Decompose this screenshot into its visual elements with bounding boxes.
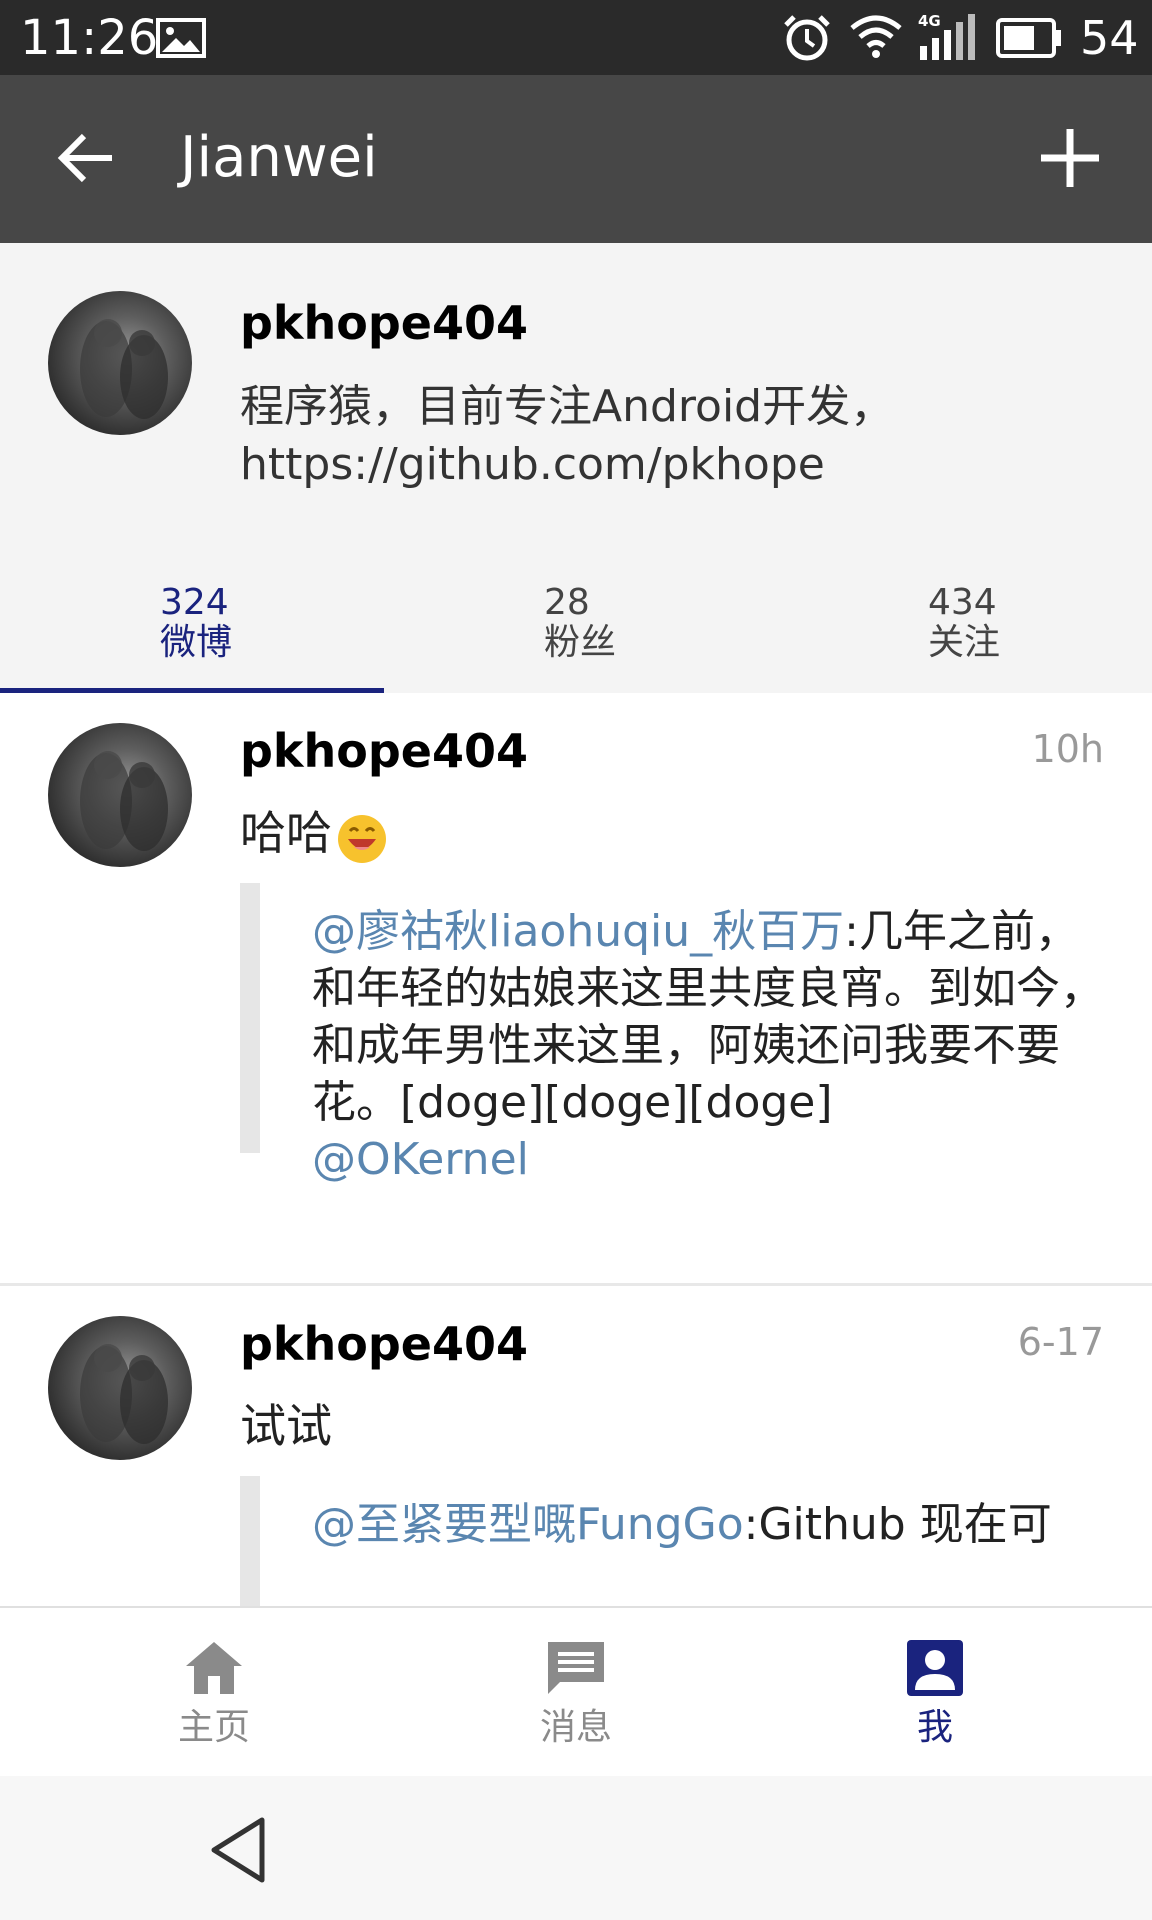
nav-home[interactable]: 主页 — [22, 1608, 406, 1776]
nav-me-label: 我 — [916, 1707, 953, 1748]
mention-link[interactable]: @至紧要型嘅FungGo — [312, 1499, 744, 1550]
avatar[interactable] — [48, 291, 192, 435]
post-time: 10h — [1031, 727, 1104, 771]
post-time: 6-17 — [1017, 1320, 1104, 1364]
alarm-icon — [784, 15, 830, 61]
repost-bar — [240, 883, 260, 1153]
post-author[interactable]: pkhope404 — [240, 1314, 528, 1374]
bottom-nav: 主页 消息 我 — [0, 1606, 1152, 1776]
nav-me[interactable]: 我 — [743, 1608, 1127, 1776]
repost-body: :Github 现在可 — [743, 1499, 1052, 1550]
post-item[interactable]: pkhope404 6-17 试试 @至紧要型嘅FungGo:Github 现在… — [0, 1286, 1152, 1606]
status-bar: 11:26 4G 54 — [0, 0, 1152, 75]
status-time: 11:26 — [20, 10, 159, 66]
stats-tabs: 324 微博 28 粉丝 434 关注 — [0, 555, 1152, 694]
tab-fans[interactable]: 28 粉丝 — [384, 555, 768, 693]
nav-home-label: 主页 — [177, 1707, 250, 1748]
battery-icon — [996, 18, 1061, 58]
nav-messages-label: 消息 — [539, 1707, 612, 1748]
person-icon — [907, 1640, 963, 1696]
page-title: Jianwei — [180, 125, 378, 190]
post-text: 试试 — [240, 1399, 332, 1453]
svg-text:4G: 4G — [918, 12, 941, 30]
repost-text: @廖祜秋liaohuqiu_秋百万:几年之前，和年轻的姑娘来这里共度良宵。到如今… — [312, 903, 1112, 1188]
repost-block[interactable]: @廖祜秋liaohuqiu_秋百万:几年之前，和年轻的姑娘来这里共度良宵。到如今… — [240, 883, 1110, 1185]
profile-name: pkhope404 — [240, 296, 529, 350]
mention-link[interactable]: @OKernel — [312, 1134, 529, 1185]
repost-block[interactable]: @至紧要型嘅FungGo:Github 现在可 — [240, 1476, 1110, 1606]
following-count: 434 — [928, 582, 997, 623]
mention-link[interactable]: @廖祜秋liaohuqiu_秋百万 — [312, 906, 844, 957]
tab-weibo[interactable]: 324 微博 — [0, 555, 384, 693]
post-feed[interactable]: pkhope404 10h 哈哈 @廖祜秋liaohuqiu_秋百万:几年之前，… — [0, 693, 1152, 1606]
plus-icon[interactable] — [1035, 123, 1105, 193]
avatar[interactable] — [48, 1316, 192, 1460]
post-text: 哈哈 — [240, 803, 390, 865]
post-text-content: 哈哈 — [240, 806, 332, 860]
app-bar: Jianwei — [0, 75, 1152, 243]
triangle-back-icon[interactable] — [200, 1810, 280, 1890]
arrow-left-icon[interactable] — [52, 123, 122, 193]
post-item[interactable]: pkhope404 10h 哈哈 @廖祜秋liaohuqiu_秋百万:几年之前，… — [0, 693, 1152, 1283]
post-author[interactable]: pkhope404 — [240, 721, 528, 781]
image-icon — [156, 18, 206, 58]
home-icon — [186, 1642, 242, 1694]
battery-level: 54 — [1080, 11, 1139, 65]
signal-icon: 4G — [918, 12, 975, 60]
system-nav-bar — [0, 1776, 1152, 1920]
wifi-icon — [850, 15, 902, 58]
profile-bio: 程序猿，目前专注Android开发，https://github.com/pkh… — [240, 381, 895, 490]
repost-bar — [240, 1476, 260, 1606]
laughing-emoji-icon — [338, 814, 386, 863]
nav-messages[interactable]: 消息 — [384, 1608, 768, 1776]
repost-text: @至紧要型嘅FungGo:Github 现在可 — [312, 1496, 1112, 1553]
tab-following[interactable]: 434 关注 — [768, 555, 1152, 693]
avatar[interactable] — [48, 723, 192, 867]
message-icon — [548, 1642, 604, 1694]
following-label: 关注 — [928, 622, 1001, 663]
